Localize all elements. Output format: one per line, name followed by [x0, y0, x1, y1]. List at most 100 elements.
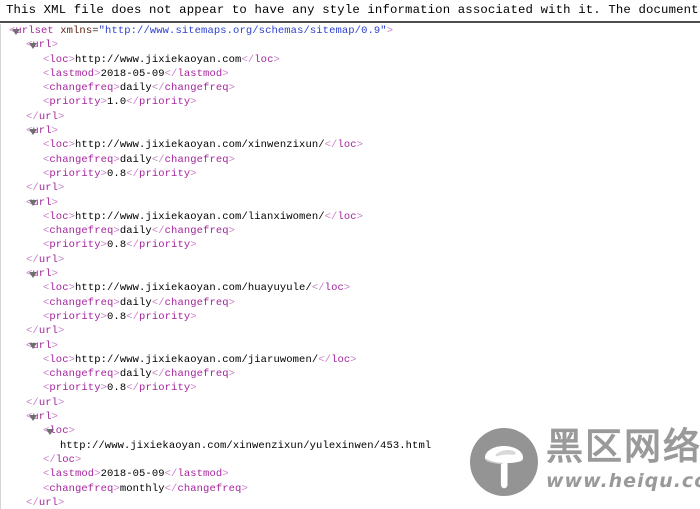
xml-token-brk: </ — [126, 96, 140, 109]
xml-token-brk: > — [190, 96, 197, 109]
xml-token-txt: http://www.jixiekaoyan.com/xinwenzixun/y… — [60, 439, 432, 452]
xml-token-tag: url — [38, 396, 59, 409]
xml-token-txt: 0.8 — [107, 310, 127, 323]
xml-token-tag: priority — [139, 167, 191, 180]
xml-token-brk: > — [51, 268, 59, 281]
xml-line: <url> — [1, 410, 700, 424]
xml-token-brk: </ — [324, 210, 338, 223]
xml-line: <url> — [1, 267, 700, 281]
xml-token-brk: > — [51, 125, 59, 138]
xml-token-val: "http://www.sitemaps.org/schemas/sitemap… — [98, 25, 387, 37]
xml-token-attr: xmlns — [60, 25, 93, 37]
xml-token-brk: > — [51, 196, 59, 209]
xml-token-tag: priority — [49, 310, 101, 323]
xml-token-txt: daily — [119, 82, 152, 95]
xml-token-tag: changefreq — [49, 482, 114, 495]
xml-token-tag: changefreq — [49, 82, 114, 95]
xml-token-tag: lastmod — [49, 468, 95, 481]
notice-divider — [0, 21, 700, 23]
xml-token-brk: > — [190, 310, 197, 323]
xml-token-txt: 1.0 — [107, 96, 127, 109]
xml-line: <loc>http://www.jixiekaoyan.com</loc> — [1, 53, 700, 67]
xml-line: <lastmod>2018-05-09</lastmod> — [1, 67, 700, 81]
xml-token-brk: </ — [151, 225, 165, 238]
xml-token-brk: </ — [324, 139, 338, 152]
xml-token-tag: loc — [49, 353, 69, 366]
xml-token-tag: changefreq — [177, 482, 242, 495]
xml-tree-viewer[interactable]: <urlset xmlns="http://www.sitemaps.org/s… — [0, 24, 700, 509]
xml-token-txt: http://www.jixiekaoyan.com/huayuyule/ — [75, 282, 312, 295]
xml-token-brk: > — [75, 453, 82, 466]
xml-token-tag: lastmod — [177, 67, 223, 80]
xml-token-brk: > — [273, 53, 280, 66]
xml-token-txt: 0.8 — [107, 167, 127, 180]
xml-token-tag: changefreq — [164, 368, 229, 381]
xml-token-brk: </ — [26, 496, 39, 509]
xml-token-txt: http://www.jixiekaoyan.com — [75, 53, 242, 66]
xml-line: <changefreq>daily</changefreq> — [1, 367, 700, 381]
xml-token-brk: > — [190, 382, 197, 395]
collapse-triangle-icon[interactable] — [29, 414, 37, 421]
collapse-triangle-icon[interactable] — [29, 128, 37, 135]
xml-line: <priority>1.0</priority> — [1, 95, 700, 109]
collapse-triangle-icon[interactable] — [29, 271, 37, 278]
collapse-triangle-icon[interactable] — [29, 200, 37, 207]
xml-token-tag: loc — [49, 210, 69, 223]
xml-token-brk: </ — [126, 167, 140, 180]
xml-token-tag: changefreq — [164, 296, 229, 309]
xml-token-brk: </ — [151, 296, 165, 309]
xml-token-txt: daily — [119, 296, 152, 309]
xml-token-tag: priority — [49, 167, 101, 180]
xml-line: <urlset xmlns="http://www.sitemaps.org/s… — [1, 24, 700, 38]
xml-token-brk: </ — [151, 82, 165, 95]
xml-token-brk: > — [350, 353, 357, 366]
xml-line: <url> — [1, 339, 700, 353]
xml-token-tag: loc — [337, 210, 357, 223]
xml-line: <url> — [1, 196, 700, 210]
xml-token-brk: > — [228, 296, 236, 309]
xml-token-brk: > — [68, 425, 76, 438]
xml-line: <priority>0.8</priority> — [1, 167, 700, 181]
xml-token-txt: monthly — [119, 482, 165, 495]
collapse-triangle-icon[interactable] — [29, 343, 37, 350]
xml-line: </url> — [1, 110, 700, 124]
xml-token-txt: 2018-05-09 — [100, 67, 165, 80]
xml-token-txt: 2018-05-09 — [100, 468, 165, 481]
xml-token-txt: daily — [119, 368, 152, 381]
xml-token-tag: priority — [139, 310, 191, 323]
xml-token-brk: </ — [311, 282, 325, 295]
xml-line: <priority>0.8</priority> — [1, 310, 700, 324]
xml-token-tag: priority — [49, 239, 101, 252]
xml-token-brk: </ — [241, 53, 255, 66]
xml-token-tag: lastmod — [49, 67, 95, 80]
xml-token-brk: </ — [26, 253, 39, 266]
xml-line: <lastmod>2018-05-09</lastmod> — [1, 467, 700, 481]
xml-token-tag: url — [38, 110, 59, 123]
xml-token-brk: > — [228, 153, 236, 166]
xml-line-list: <urlset xmlns="http://www.sitemaps.org/s… — [1, 24, 700, 509]
xml-token-tag: url — [38, 182, 59, 195]
xml-token-brk: </ — [26, 396, 39, 409]
xml-token-txt: http://www.jixiekaoyan.com/jiaruwomen/ — [75, 353, 319, 366]
xml-token-brk: > — [386, 25, 394, 37]
xml-token-tag: priority — [139, 382, 191, 395]
xml-token-brk: > — [58, 253, 65, 266]
collapse-triangle-icon[interactable] — [29, 42, 37, 49]
xml-line: <priority>0.8</priority> — [1, 381, 700, 395]
xml-token-txt: http://www.jixiekaoyan.com/xinwenzixun/ — [75, 139, 325, 152]
xml-token-brk: > — [222, 67, 229, 80]
xml-token-tag: changefreq — [49, 296, 114, 309]
xml-token-tag: priority — [49, 96, 101, 109]
xml-line: <priority>0.8</priority> — [1, 238, 700, 252]
xml-token-txt: 0.8 — [107, 239, 127, 252]
xml-token-brk: </ — [26, 182, 39, 195]
xml-token-brk: </ — [164, 468, 178, 481]
xml-token-txt: http://www.jixiekaoyan.com/lianxiwomen/ — [75, 210, 325, 223]
xml-token-brk: > — [190, 239, 197, 252]
xml-line: <changefreq>daily</changefreq> — [1, 224, 700, 238]
collapse-triangle-icon[interactable] — [46, 428, 54, 435]
collapse-triangle-icon[interactable] — [12, 28, 20, 35]
xml-token-tag: changefreq — [164, 225, 229, 238]
xml-token-brk: > — [228, 225, 236, 238]
xml-token-brk: > — [58, 496, 65, 509]
